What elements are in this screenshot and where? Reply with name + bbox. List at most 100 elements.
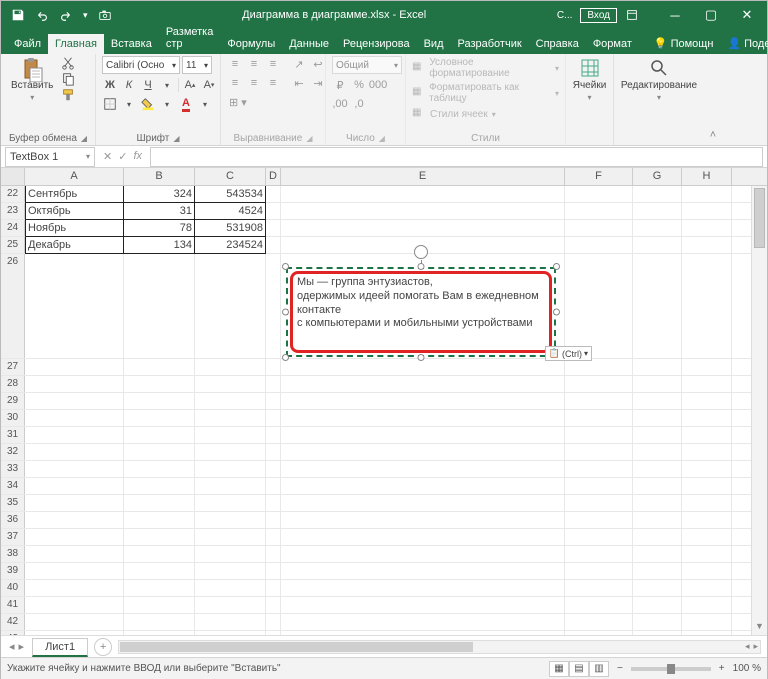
view-pagebreak-icon[interactable]: ▥ [589, 661, 609, 677]
decrease-decimal-icon[interactable]: ,0 [351, 96, 367, 112]
cell[interactable] [124, 512, 195, 529]
scroll-thumb[interactable] [120, 642, 472, 652]
cell[interactable] [633, 631, 682, 635]
redo-icon[interactable] [59, 8, 73, 22]
cell[interactable] [565, 478, 633, 495]
scroll-right-icon[interactable]: ▸ [753, 641, 758, 652]
row-header[interactable]: 39 [1, 563, 25, 579]
fx-icon[interactable]: fx [133, 150, 142, 163]
cell[interactable] [195, 563, 266, 580]
cell[interactable] [266, 203, 281, 220]
cell[interactable] [565, 220, 633, 237]
cell[interactable] [281, 410, 565, 427]
number-format-select[interactable]: Общий▾ [332, 56, 402, 74]
cell-styles-button[interactable]: ▦Стили ячеек▾ [412, 106, 496, 122]
cell[interactable] [565, 237, 633, 254]
row-header[interactable]: 28 [1, 376, 25, 392]
view-normal-icon[interactable]: ▦ [549, 661, 569, 677]
select-all-corner[interactable] [1, 168, 25, 185]
align-launcher-icon[interactable]: ◢ [306, 134, 312, 143]
chevron-down-icon[interactable]: ▾ [197, 96, 213, 112]
cell[interactable] [633, 427, 682, 444]
cell[interactable] [266, 444, 281, 461]
rotate-handle-icon[interactable] [414, 245, 428, 259]
save-icon[interactable] [11, 8, 25, 22]
cell[interactable] [682, 563, 732, 580]
cell[interactable] [124, 427, 195, 444]
tab-format[interactable]: Формат [586, 34, 639, 54]
tab-file[interactable]: Файл [7, 34, 48, 54]
tab-developer[interactable]: Разработчик [451, 34, 529, 54]
cell[interactable] [281, 563, 565, 580]
cell[interactable]: Октябрь [25, 203, 124, 220]
col-header[interactable]: D [266, 168, 281, 185]
cell[interactable] [565, 186, 633, 203]
cell[interactable] [633, 254, 682, 359]
decrease-indent-icon[interactable]: ⇤ [291, 75, 307, 91]
cell[interactable] [281, 478, 565, 495]
cell[interactable] [281, 186, 565, 203]
chevron-down-icon[interactable]: ▾ [121, 96, 137, 112]
col-header[interactable]: G [633, 168, 682, 185]
cell[interactable] [266, 512, 281, 529]
cell[interactable] [682, 478, 732, 495]
row-header[interactable]: 42 [1, 614, 25, 630]
cell[interactable] [633, 580, 682, 597]
cell[interactable] [266, 461, 281, 478]
cell[interactable] [633, 563, 682, 580]
cell[interactable] [633, 376, 682, 393]
cell[interactable] [195, 393, 266, 410]
cell[interactable] [682, 427, 732, 444]
cell[interactable] [565, 461, 633, 478]
editing-button[interactable]: Редактирование ▾ [617, 56, 701, 104]
textbox-selection[interactable]: Мы — группа энтузиастов, одержимых идеей… [286, 267, 556, 357]
cell[interactable] [25, 410, 124, 427]
cell[interactable] [195, 580, 266, 597]
cell[interactable] [565, 631, 633, 635]
cell[interactable] [266, 254, 281, 359]
row-header[interactable]: 24 [1, 220, 25, 236]
cell[interactable] [281, 529, 565, 546]
cell[interactable] [682, 529, 732, 546]
cell[interactable] [266, 220, 281, 237]
login-button[interactable]: Вход [580, 8, 617, 23]
cell[interactable] [633, 203, 682, 220]
cell[interactable]: Декабрь [25, 237, 124, 254]
cell[interactable] [682, 376, 732, 393]
cell[interactable] [25, 444, 124, 461]
row-header[interactable]: 33 [1, 461, 25, 477]
cell[interactable] [195, 614, 266, 631]
camera-icon[interactable] [98, 8, 112, 22]
cell[interactable] [682, 220, 732, 237]
cell[interactable] [633, 444, 682, 461]
row-header[interactable]: 27 [1, 359, 25, 375]
comma-icon[interactable]: 000 [370, 77, 386, 93]
zoom-out-button[interactable]: − [617, 663, 623, 674]
name-box[interactable]: TextBox 1▾ [5, 147, 95, 167]
sheet-tab[interactable]: Лист1 [32, 638, 88, 657]
cell[interactable] [25, 359, 124, 376]
cell[interactable] [565, 512, 633, 529]
col-header[interactable]: B [124, 168, 195, 185]
paste-options-button[interactable]: 📋 (Ctrl) ▾ [545, 346, 592, 361]
cell[interactable] [124, 393, 195, 410]
cut-icon[interactable] [61, 56, 75, 70]
cell[interactable] [633, 393, 682, 410]
orientation-icon[interactable]: ↗ [291, 56, 307, 72]
cell[interactable] [266, 563, 281, 580]
cell[interactable] [281, 546, 565, 563]
cell[interactable] [25, 254, 124, 359]
wrap-text-icon[interactable]: ↩ [310, 56, 326, 72]
cell[interactable] [281, 597, 565, 614]
cell[interactable] [266, 580, 281, 597]
cell[interactable] [565, 203, 633, 220]
cell[interactable] [633, 597, 682, 614]
cell[interactable] [124, 495, 195, 512]
cell[interactable] [195, 478, 266, 495]
cell[interactable] [25, 546, 124, 563]
cell[interactable] [633, 186, 682, 203]
cell[interactable] [682, 546, 732, 563]
tab-data[interactable]: Данные [282, 34, 336, 54]
resize-handle[interactable] [418, 354, 425, 361]
cell[interactable] [266, 597, 281, 614]
